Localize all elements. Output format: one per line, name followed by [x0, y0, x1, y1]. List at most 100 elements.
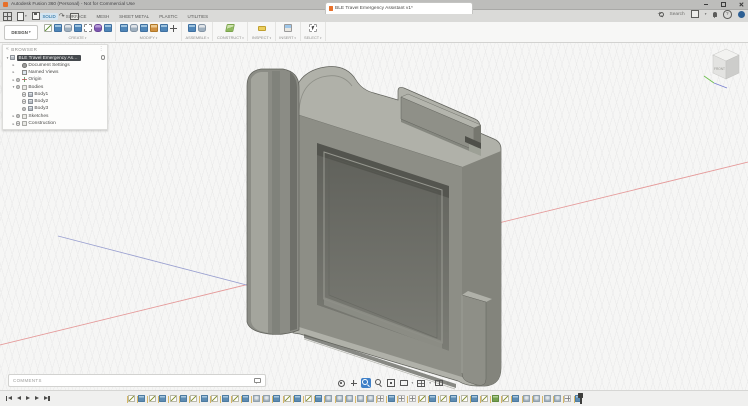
viewports-icon-caret[interactable]: ▾: [447, 381, 449, 385]
timeline-fillet-feature-22[interactable]: [346, 395, 353, 402]
timeline-fillet-feature-13[interactable]: [253, 395, 260, 402]
create-sketch-icon[interactable]: [44, 24, 52, 32]
timeline-extrude-feature-8[interactable]: [201, 395, 208, 402]
search-label[interactable]: Search: [670, 12, 685, 17]
timeline-extrude-feature-30[interactable]: [429, 395, 436, 402]
visibility-eye-icon[interactable]: [22, 99, 26, 103]
timeline-extrude-feature-6[interactable]: [180, 395, 187, 402]
timeline-fillet-feature-20[interactable]: [325, 395, 332, 402]
timeline-sketch-feature-29[interactable]: [419, 395, 426, 402]
tree-item-construction[interactable]: ▸Construction: [3, 120, 107, 127]
timeline-move-feature-25[interactable]: [377, 395, 384, 402]
timeline-extrude-feature-26[interactable]: [388, 395, 395, 402]
tab-utilities[interactable]: UTILITIES: [185, 13, 211, 20]
fit-icon[interactable]: [386, 378, 396, 388]
fillet-icon[interactable]: [130, 24, 138, 32]
go-to-start-button[interactable]: [6, 396, 12, 401]
timeline-sketch-feature-31[interactable]: [440, 395, 447, 402]
group-label-create[interactable]: CREATE: [69, 35, 87, 40]
timeline-fillet-feature-42[interactable]: [554, 395, 561, 402]
pan-icon[interactable]: [349, 378, 359, 388]
group-label-construct[interactable]: CONSTRUCT: [217, 35, 244, 40]
construction-plane-icon[interactable]: [226, 24, 236, 32]
timeline-sketch-feature-18[interactable]: [305, 395, 312, 402]
timeline-sketch-feature-3[interactable]: [149, 395, 156, 402]
activate-component-radio[interactable]: [101, 55, 106, 60]
search-icon[interactable]: [659, 12, 664, 17]
tab-plastic[interactable]: PLASTIC: [157, 13, 180, 20]
timeline-extrude-feature-10[interactable]: [222, 395, 229, 402]
tab-surface[interactable]: SURFACE: [63, 13, 89, 20]
workspace-selector[interactable]: DESIGN: [4, 25, 38, 40]
timeline-fillet-feature-39[interactable]: [523, 395, 530, 402]
thicken-icon[interactable]: [104, 24, 112, 32]
visibility-eye-icon[interactable]: [16, 78, 20, 82]
shell-icon[interactable]: [140, 24, 148, 32]
tab-solid[interactable]: SOLID: [40, 13, 58, 20]
timeline-sketch-feature-1[interactable]: [128, 395, 135, 402]
timeline-sketch-feature-35[interactable]: [481, 395, 488, 402]
display-settings-icon-caret[interactable]: ▾: [412, 381, 414, 385]
timeline-extrude-feature-17[interactable]: [294, 395, 301, 402]
group-label-assemble[interactable]: ASSEMBLE: [186, 35, 209, 40]
tab-mesh[interactable]: MESH: [94, 13, 112, 20]
close-button[interactable]: [739, 3, 743, 7]
timeline-sketch-feature-37[interactable]: [502, 395, 509, 402]
timeline-sketch-feature-33[interactable]: [461, 395, 468, 402]
timeline-marker[interactable]: [578, 393, 584, 404]
press-pull-icon[interactable]: [120, 24, 128, 32]
extensions-caret-icon[interactable]: ▾: [705, 12, 707, 16]
offset-face-icon[interactable]: [160, 24, 168, 32]
browser-collapse-icon[interactable]: «: [6, 46, 9, 52]
timeline-extrude-feature-15[interactable]: [273, 395, 280, 402]
timeline-combine-feature-36[interactable]: [492, 395, 499, 402]
timeline-extrude-feature-12[interactable]: [242, 395, 249, 402]
document-tab[interactable]: BLE Travel Emergency Assistant v1*: [325, 2, 473, 14]
go-to-end-button[interactable]: [44, 396, 50, 401]
step-forward-button[interactable]: [35, 396, 39, 400]
notifications-icon[interactable]: [713, 12, 718, 17]
timeline-extrude-feature-4[interactable]: [159, 395, 166, 402]
cylinder-icon[interactable]: [64, 24, 72, 32]
move-copy-icon[interactable]: [170, 24, 178, 32]
timeline-move-feature-43[interactable]: [564, 395, 571, 402]
browser-root-row[interactable]: ▾ BLE Travel Emergency Assist...: [3, 54, 107, 62]
timeline-extrude-feature-32[interactable]: [450, 395, 457, 402]
tree-item-named-views[interactable]: ▸Named Views: [3, 69, 107, 76]
visibility-eye-icon[interactable]: [16, 121, 20, 125]
timeline-fillet-feature-41[interactable]: [544, 395, 551, 402]
grid-settings-icon[interactable]: [416, 378, 426, 388]
minimize-button[interactable]: [704, 4, 708, 5]
box-icon[interactable]: [54, 24, 62, 32]
visibility-eye-icon[interactable]: [16, 85, 20, 89]
timeline-move-feature-28[interactable]: [409, 395, 416, 402]
group-label-select[interactable]: SELECT: [304, 35, 322, 40]
help-icon[interactable]: ?: [723, 10, 732, 19]
maximize-button[interactable]: [721, 2, 727, 8]
timeline-fillet-feature-21[interactable]: [336, 395, 343, 402]
expand-icon[interactable]: ▸: [11, 70, 16, 74]
zoom-window-icon[interactable]: [374, 378, 384, 388]
comment-bubble-icon[interactable]: [254, 378, 261, 384]
timeline-sketch-feature-5[interactable]: [170, 395, 177, 402]
timeline-fillet-feature-14[interactable]: [263, 395, 270, 402]
group-label-inspect[interactable]: INSPECT: [252, 35, 271, 40]
root-component-label[interactable]: BLE Travel Emergency Assist...: [17, 55, 81, 61]
measure-icon[interactable]: [258, 26, 266, 31]
group-label-insert[interactable]: INSERT: [279, 35, 296, 40]
joint-icon[interactable]: [198, 24, 206, 32]
timeline-extrude-feature-2[interactable]: [138, 395, 145, 402]
play-button[interactable]: [26, 396, 30, 400]
new-component-icon[interactable]: [188, 24, 196, 32]
timeline-fillet-feature-40[interactable]: [533, 395, 540, 402]
timeline-sketch-feature-11[interactable]: [232, 395, 239, 402]
create-form-icon[interactable]: [94, 24, 102, 32]
tree-item-bodies[interactable]: ▾Bodies: [3, 83, 107, 90]
timeline-move-feature-27[interactable]: [398, 395, 405, 402]
timeline-fillet-feature-24[interactable]: [367, 395, 374, 402]
timeline-extrude-feature-34[interactable]: [471, 395, 478, 402]
tab-sheet-metal[interactable]: SHEET METAL: [117, 13, 152, 20]
file-menu-icon[interactable]: ▾: [17, 12, 27, 21]
display-settings-icon[interactable]: [399, 378, 409, 388]
extensions-icon[interactable]: [691, 10, 699, 18]
